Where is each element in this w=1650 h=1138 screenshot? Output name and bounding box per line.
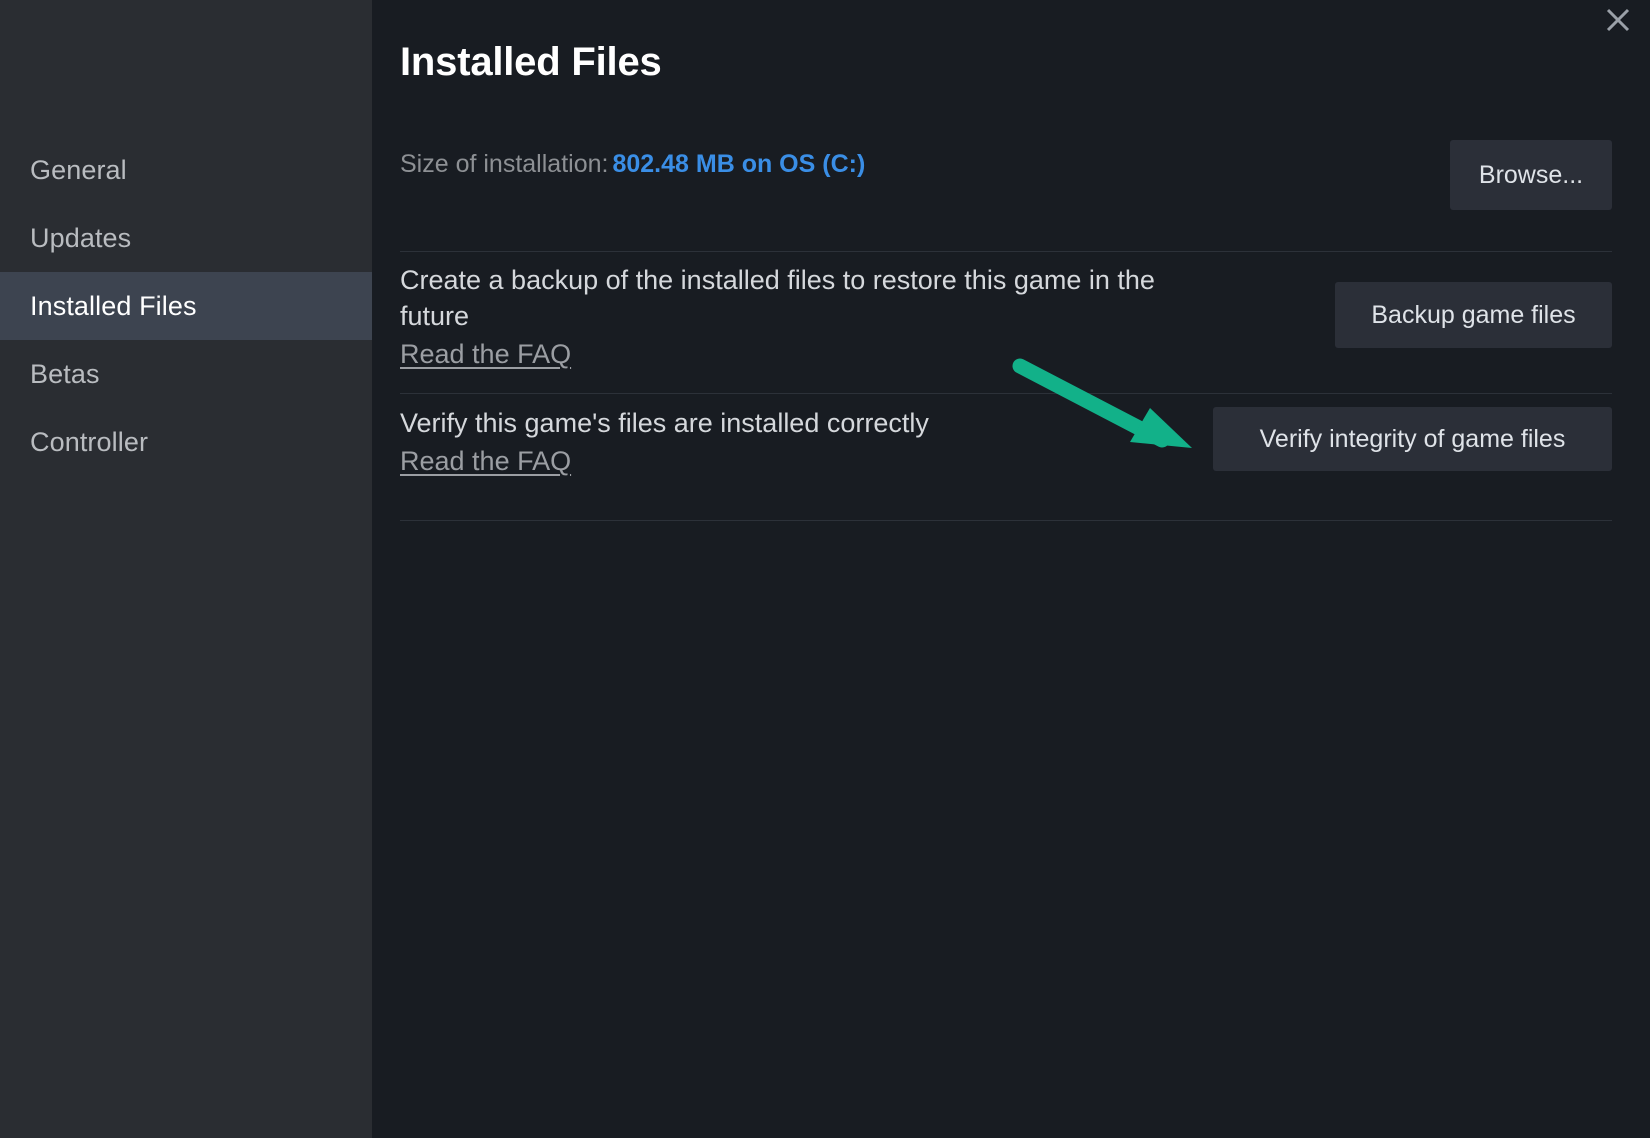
installed-files-panel: Installed Files Size of installation:802…: [372, 0, 1650, 1138]
sidebar-item-updates[interactable]: Updates: [0, 204, 372, 272]
backup-game-files-button[interactable]: Backup game files: [1335, 282, 1612, 348]
sidebar-item-label: Controller: [30, 427, 148, 458]
verify-integrity-button[interactable]: Verify integrity of game files: [1213, 407, 1612, 471]
close-button[interactable]: [1596, 0, 1640, 42]
sidebar-item-controller[interactable]: Controller: [0, 408, 372, 476]
installation-size-value[interactable]: 802.48 MB on OS (C:): [612, 150, 865, 178]
sidebar-item-label: General: [30, 155, 127, 186]
verify-description: Verify this game's files are installed c…: [400, 408, 929, 438]
backup-row-text: Create a backup of the installed files t…: [400, 262, 1200, 372]
sidebar-item-label: Betas: [30, 359, 100, 390]
installation-size-row: Size of installation:802.48 MB on OS (C:…: [400, 150, 865, 179]
sidebar-item-label: Updates: [30, 223, 131, 254]
divider: [400, 520, 1612, 521]
divider: [400, 251, 1612, 252]
settings-sidebar: General Updates Installed Files Betas Co…: [0, 0, 372, 1138]
installation-size-label: Size of installation:: [400, 150, 608, 178]
divider: [400, 393, 1612, 394]
sidebar-item-betas[interactable]: Betas: [0, 340, 372, 408]
browse-button[interactable]: Browse...: [1450, 140, 1612, 210]
sidebar-item-installed-files[interactable]: Installed Files: [0, 272, 372, 340]
steam-game-properties-dialog: General Updates Installed Files Betas Co…: [0, 0, 1650, 1138]
close-icon: [1603, 5, 1633, 35]
backup-faq-link[interactable]: Read the FAQ: [400, 336, 571, 372]
sidebar-item-general[interactable]: General: [0, 136, 372, 204]
verify-row-text: Verify this game's files are installed c…: [400, 405, 1200, 479]
page-title: Installed Files: [400, 40, 662, 85]
backup-description: Create a backup of the installed files t…: [400, 265, 1155, 331]
verify-faq-link[interactable]: Read the FAQ: [400, 443, 571, 479]
sidebar-item-label: Installed Files: [30, 291, 197, 322]
